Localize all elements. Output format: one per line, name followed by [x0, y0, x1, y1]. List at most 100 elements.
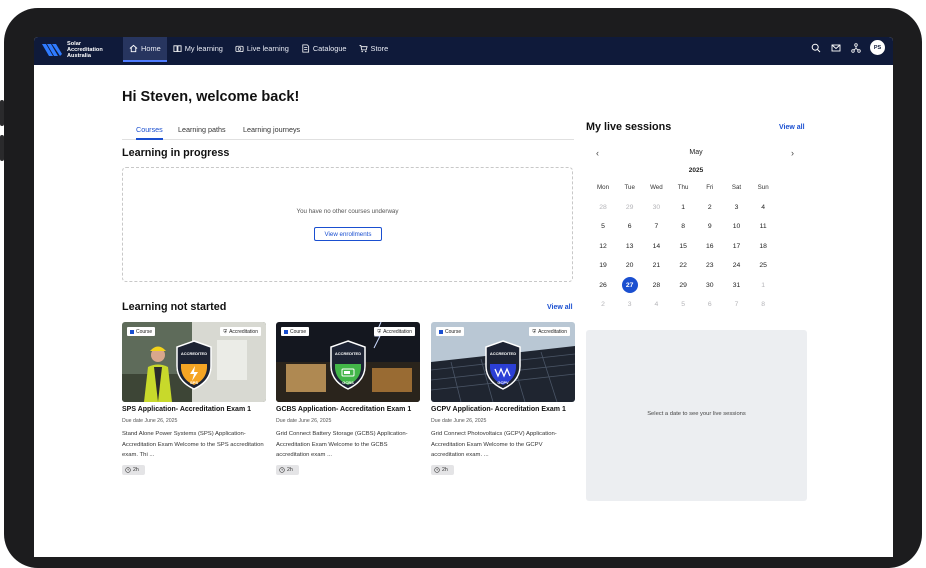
calendar-weekday: Tue: [624, 184, 635, 191]
nav-menu: Home My learning Live learning Catalogue…: [123, 37, 394, 65]
accreditation-badge: ⛨ Accreditation: [374, 327, 415, 336]
network-icon[interactable]: [851, 42, 861, 53]
course-duration: 2h: [431, 465, 454, 475]
calendar-day[interactable]: 31: [729, 277, 745, 293]
calendar-day[interactable]: 7: [648, 219, 664, 235]
calendar-day[interactable]: 22: [675, 258, 691, 274]
accreditation-badge-label: Accreditation: [538, 328, 567, 335]
calendar-day[interactable]: 19: [595, 258, 611, 274]
user-avatar[interactable]: PS: [870, 40, 885, 55]
calendar-day[interactable]: 28: [595, 199, 611, 215]
calendar-day[interactable]: 24: [729, 258, 745, 274]
tab-learning-paths[interactable]: Learning paths: [178, 125, 226, 138]
shield-top-text: ACCREDITED: [334, 351, 362, 356]
top-nav: Solar Accreditation Australia Home My le…: [34, 37, 893, 65]
calendar-day[interactable]: 25: [755, 258, 771, 274]
course-title[interactable]: GCPV Application- Accreditation Exam 1: [431, 406, 566, 413]
course-duration-label: 2h: [442, 467, 448, 473]
calendar-day[interactable]: 18: [755, 238, 771, 254]
not-started-view-all-link[interactable]: View all: [547, 304, 573, 311]
course-badge-label: Course: [445, 328, 462, 335]
clock-icon: [279, 467, 285, 473]
course-title[interactable]: SPS Application- Accreditation Exam 1: [122, 406, 251, 413]
nav-item-live-learning[interactable]: Live learning: [229, 37, 295, 60]
calendar-day[interactable]: 26: [595, 277, 611, 293]
book-icon: [173, 45, 182, 53]
not-started-title: Learning not started: [122, 301, 227, 313]
mail-icon[interactable]: [831, 43, 841, 53]
calendar-day[interactable]: 8: [675, 219, 691, 235]
calendar-day[interactable]: 14: [648, 238, 664, 254]
calendar-day[interactable]: 15: [675, 238, 691, 254]
calendar-weekday: Mon: [596, 184, 610, 191]
course-card[interactable]: ACCREDITED SPS Course ⛨ Accreditation SPS…: [122, 322, 266, 477]
course-title[interactable]: GCBS Application- Accreditation Exam 1: [276, 406, 411, 413]
nav-item-store[interactable]: Store: [353, 37, 395, 60]
course-badge-square-icon: [439, 329, 443, 334]
course-badge-label: Course: [136, 328, 153, 335]
calendar-day[interactable]: 1: [675, 199, 691, 215]
calendar-day[interactable]: 28: [648, 277, 664, 293]
calendar-day[interactable]: 2: [702, 199, 718, 215]
in-progress-empty-box: You have no other courses underway View …: [122, 167, 573, 282]
course-duration: 2h: [122, 465, 145, 475]
calendar-day[interactable]: 4: [755, 199, 771, 215]
calendar-day[interactable]: 13: [622, 238, 638, 254]
calendar-day[interactable]: 1: [755, 277, 771, 293]
calendar-day[interactable]: 8: [755, 297, 771, 313]
calendar-day[interactable]: 3: [729, 199, 745, 215]
app-screen: Solar Accreditation Australia Home My le…: [34, 37, 893, 557]
calendar-day[interactable]: 2: [595, 297, 611, 313]
shield-top-text: ACCREDITED: [180, 351, 208, 356]
calendar-day[interactable]: 11: [755, 219, 771, 235]
course-badge-square-icon: [130, 329, 134, 334]
calendar-day[interactable]: 29: [622, 199, 638, 215]
calendar-day[interactable]: 29: [675, 277, 691, 293]
tab-learning-journeys[interactable]: Learning journeys: [243, 125, 300, 138]
course-due-date: Due date June 26, 2025: [122, 418, 178, 424]
shield-label: GCPV: [497, 380, 509, 385]
nav-item-catalogue[interactable]: Catalogue: [295, 37, 353, 60]
calendar-day[interactable]: 16: [702, 238, 718, 254]
calendar-day[interactable]: 10: [729, 219, 745, 235]
in-progress-title: Learning in progress: [122, 147, 230, 159]
calendar-day[interactable]: 5: [595, 219, 611, 235]
calendar-day[interactable]: 23: [702, 258, 718, 274]
course-type-badge: Course: [436, 327, 465, 336]
live-sessions-view-all-link[interactable]: View all: [779, 124, 805, 131]
course-duration: 2h: [276, 465, 299, 475]
calendar-day[interactable]: 9: [702, 219, 718, 235]
calendar-day[interactable]: 6: [622, 219, 638, 235]
calendar-day[interactable]: 4: [648, 297, 664, 313]
calendar-day[interactable]: 7: [729, 297, 745, 313]
shield-small-icon: ⛨: [377, 328, 382, 335]
calendar-day[interactable]: 30: [702, 277, 718, 293]
search-icon[interactable]: [811, 43, 821, 53]
calendar-day[interactable]: 6: [702, 297, 718, 313]
course-card[interactable]: ACCREDITED GCBS Course ⛨ Accreditation GC…: [276, 322, 420, 477]
logo-mark-icon: [42, 44, 62, 56]
calendar-day[interactable]: 30: [648, 199, 664, 215]
tab-courses[interactable]: Courses: [136, 125, 163, 140]
view-enrollments-button[interactable]: View enrollments: [314, 227, 382, 241]
course-card[interactable]: ACCREDITED GCPV Course ⛨ Accreditation GC…: [431, 322, 575, 477]
calendar-day[interactable]: 5: [675, 297, 691, 313]
nav-item-my-learning[interactable]: My learning: [167, 37, 229, 60]
nav-item-label: Live learning: [246, 44, 289, 53]
brand-logo[interactable]: Solar Accreditation Australia: [42, 40, 103, 60]
nav-item-home[interactable]: Home: [123, 37, 167, 62]
side-button: [0, 100, 4, 126]
nav-item-label: My learning: [184, 44, 223, 53]
calendar-day[interactable]: 17: [729, 238, 745, 254]
brand-name: Solar Accreditation Australia: [67, 41, 103, 59]
nav-item-label: Home: [141, 44, 161, 53]
calendar-month: May: [689, 149, 703, 156]
calendar-day[interactable]: 27: [621, 277, 638, 293]
calendar-day[interactable]: 3: [622, 297, 638, 313]
course-type-badge: Course: [127, 327, 156, 336]
calendar-day[interactable]: 12: [595, 238, 611, 254]
calendar-day[interactable]: 21: [648, 258, 664, 274]
session-calendar: ‹ › May 2025 Mon Tue Wed Thu Fri Sat Sun 28 29 30…: [586, 142, 806, 312]
course-description: Stand Alone Power Systems (SPS) Applicat…: [122, 431, 264, 458]
calendar-day[interactable]: 20: [622, 258, 638, 274]
